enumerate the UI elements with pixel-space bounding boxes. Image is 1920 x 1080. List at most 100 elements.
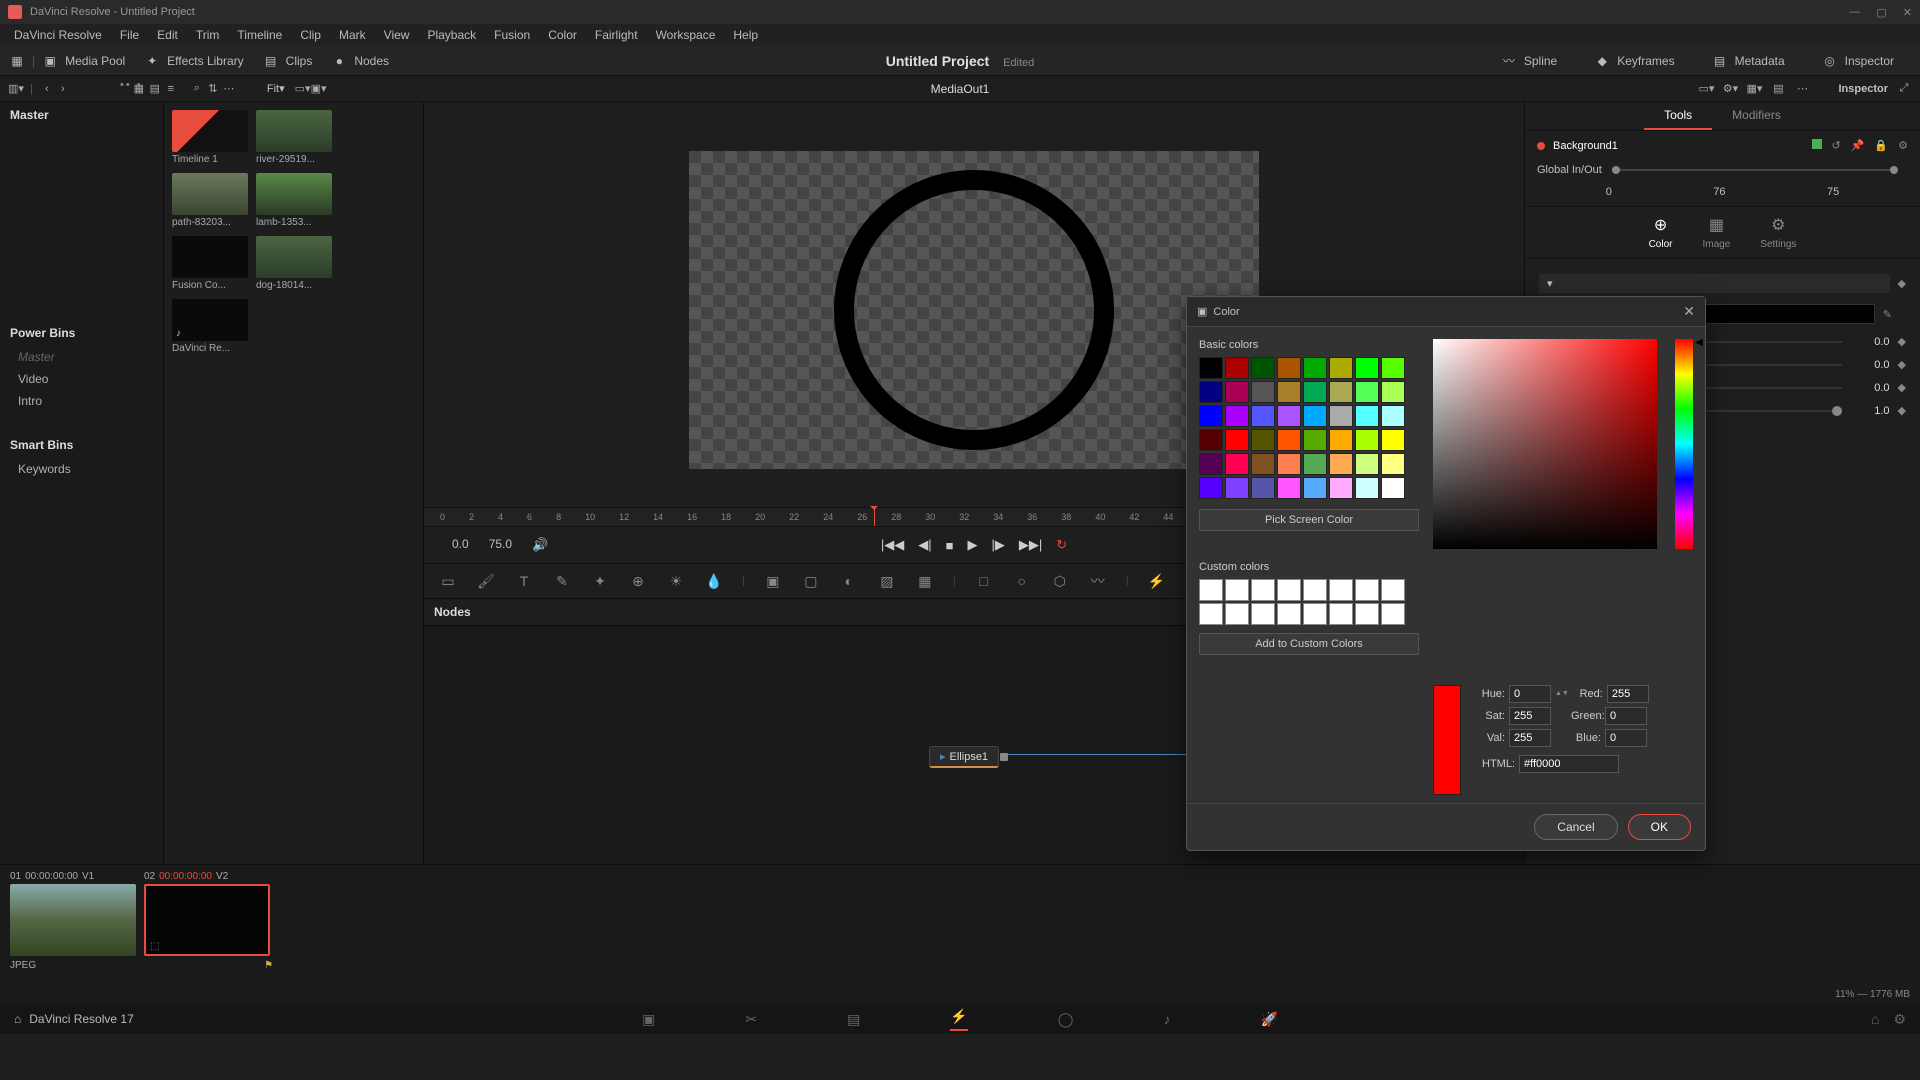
edit-page-icon[interactable]: ▤ bbox=[847, 1011, 860, 1028]
lock-icon[interactable]: 🔒 bbox=[1874, 139, 1888, 152]
fx-channel-icon[interactable]: ▦ bbox=[915, 571, 935, 591]
minimize-icon[interactable]: — bbox=[1849, 6, 1860, 19]
nodes-icon[interactable]: ● bbox=[330, 52, 348, 70]
basic-swatch[interactable] bbox=[1329, 357, 1353, 379]
enabled-dot-icon[interactable] bbox=[1537, 142, 1545, 150]
fx-shape-poly-icon[interactable]: ⬡ bbox=[1050, 571, 1070, 591]
first-frame-icon[interactable]: |◀◀ bbox=[881, 537, 904, 553]
effects-icon[interactable]: ✦ bbox=[143, 52, 161, 70]
custom-swatch[interactable] bbox=[1277, 603, 1301, 625]
media-thumb[interactable]: lamb-1353... bbox=[256, 173, 332, 228]
tab-modifiers[interactable]: Modifiers bbox=[1712, 102, 1801, 130]
menu-item[interactable]: Help bbox=[725, 26, 766, 44]
fx-shape-ellipse-icon[interactable]: ○ bbox=[1012, 571, 1032, 591]
fusion-page-icon[interactable]: ⚡ bbox=[950, 1008, 967, 1031]
layout-icon[interactable]: ▦ bbox=[8, 52, 26, 70]
hue-input[interactable] bbox=[1509, 685, 1551, 703]
subtab-color[interactable]: ⊕Color bbox=[1649, 215, 1673, 250]
basic-swatch[interactable] bbox=[1329, 453, 1353, 475]
basic-swatch[interactable] bbox=[1225, 381, 1249, 403]
bin-item[interactable]: Intro bbox=[18, 390, 163, 412]
custom-swatch[interactable] bbox=[1199, 579, 1223, 601]
basic-swatch[interactable] bbox=[1381, 477, 1405, 499]
basic-swatch[interactable] bbox=[1303, 405, 1327, 427]
custom-swatch[interactable] bbox=[1251, 603, 1275, 625]
basic-swatch[interactable] bbox=[1303, 477, 1327, 499]
pin-icon[interactable]: 📌 bbox=[1851, 139, 1865, 152]
fx-rect-icon[interactable]: ▭ bbox=[438, 571, 458, 591]
bin-item[interactable]: Master bbox=[18, 346, 163, 368]
audio-icon[interactable]: 🔊 bbox=[532, 537, 548, 553]
fx-shape-rect-icon[interactable]: □ bbox=[974, 571, 994, 591]
basic-swatch[interactable] bbox=[1251, 429, 1275, 451]
color-page-icon[interactable]: ◯ bbox=[1058, 1011, 1074, 1028]
basic-swatch[interactable] bbox=[1199, 381, 1223, 403]
opt-a-icon[interactable]: ▭▾ bbox=[1698, 81, 1714, 97]
power-bins-header[interactable]: Power Bins bbox=[0, 320, 163, 346]
nodes-button[interactable]: Nodes bbox=[354, 54, 389, 68]
hue-slider[interactable] bbox=[1675, 339, 1693, 549]
green-input[interactable] bbox=[1605, 707, 1647, 725]
media-thumb[interactable]: Timeline 1 bbox=[172, 110, 248, 165]
media-thumb[interactable]: river-29519... bbox=[256, 110, 332, 165]
blue-input[interactable] bbox=[1605, 729, 1647, 747]
fx-wand-icon[interactable]: ⚡ bbox=[1147, 571, 1167, 591]
inspector-button[interactable]: Inspector bbox=[1845, 54, 1894, 68]
basic-swatch[interactable] bbox=[1329, 429, 1353, 451]
fx-paint-icon[interactable]: 🖌 bbox=[476, 571, 496, 591]
basic-swatch[interactable] bbox=[1329, 405, 1353, 427]
next-frame-icon[interactable]: |▶ bbox=[991, 537, 1004, 553]
smart-bins-header[interactable]: Smart Bins bbox=[0, 432, 163, 458]
master-header[interactable]: Master bbox=[0, 102, 163, 128]
basic-swatch[interactable] bbox=[1381, 357, 1405, 379]
basic-swatch[interactable] bbox=[1277, 381, 1301, 403]
maximize-icon[interactable]: ▢ bbox=[1876, 6, 1886, 19]
effects-button[interactable]: Effects Library bbox=[167, 54, 243, 68]
basic-swatch[interactable] bbox=[1355, 405, 1379, 427]
metadata-button[interactable]: Metadata bbox=[1735, 54, 1785, 68]
fx-tracker-icon[interactable]: ⊕ bbox=[628, 571, 648, 591]
bin-item[interactable]: Keywords bbox=[18, 458, 163, 480]
media-page-icon[interactable]: ▣ bbox=[642, 1011, 655, 1028]
play-icon[interactable]: ▶ bbox=[967, 537, 977, 553]
spline-icon[interactable]: 〰 bbox=[1500, 52, 1518, 70]
node-ellipse[interactable]: ▸Ellipse1 bbox=[929, 746, 999, 768]
basic-swatch[interactable] bbox=[1303, 381, 1327, 403]
menu-item[interactable]: Mark bbox=[331, 26, 374, 44]
basic-swatch[interactable] bbox=[1251, 405, 1275, 427]
basic-swatch[interactable] bbox=[1277, 429, 1301, 451]
basic-swatch[interactable] bbox=[1225, 453, 1249, 475]
basic-swatch[interactable] bbox=[1355, 477, 1379, 499]
basic-swatch[interactable] bbox=[1381, 453, 1405, 475]
deliver-page-icon[interactable]: 🚀 bbox=[1260, 1011, 1277, 1028]
sat-input[interactable] bbox=[1509, 707, 1551, 725]
fx-particle-icon[interactable]: ✦ bbox=[590, 571, 610, 591]
fx-text-icon[interactable]: T bbox=[514, 571, 534, 591]
fx-mask-icon[interactable]: ◐ bbox=[839, 571, 859, 591]
menu-item[interactable]: View bbox=[376, 26, 418, 44]
basic-swatch[interactable] bbox=[1225, 429, 1249, 451]
menu-item[interactable]: Edit bbox=[149, 26, 186, 44]
basic-swatch[interactable] bbox=[1225, 405, 1249, 427]
bin-item[interactable]: Video bbox=[18, 368, 163, 390]
custom-swatch[interactable] bbox=[1329, 579, 1353, 601]
metadata-icon[interactable]: ▤ bbox=[1711, 52, 1729, 70]
spinner-icon[interactable]: ▲▼ bbox=[1555, 691, 1569, 697]
pick-screen-color-button[interactable]: Pick Screen Color bbox=[1199, 509, 1419, 531]
subtab-settings[interactable]: ⚙Settings bbox=[1760, 215, 1796, 250]
media-thumb[interactable]: path-83203... bbox=[172, 173, 248, 228]
playhead[interactable] bbox=[874, 508, 875, 526]
global-range-slider[interactable] bbox=[1612, 169, 1898, 171]
sort-icon[interactable]: ⇅ bbox=[205, 81, 221, 97]
grid2-icon[interactable]: ▤ bbox=[147, 81, 163, 97]
inspector-icon[interactable]: ◎ bbox=[1821, 52, 1839, 70]
custom-swatch[interactable] bbox=[1199, 603, 1223, 625]
fit-selector[interactable]: Fit▾ bbox=[267, 82, 285, 95]
keyframes-button[interactable]: Keyframes bbox=[1617, 54, 1674, 68]
menu-item[interactable]: Timeline bbox=[229, 26, 290, 44]
back-icon[interactable]: ‹ bbox=[39, 81, 55, 97]
fx-merge-icon[interactable]: ▣ bbox=[763, 571, 783, 591]
media-thumb[interactable]: ♪DaVinci Re... bbox=[172, 299, 248, 354]
red-input[interactable] bbox=[1607, 685, 1649, 703]
basic-swatch[interactable] bbox=[1355, 381, 1379, 403]
